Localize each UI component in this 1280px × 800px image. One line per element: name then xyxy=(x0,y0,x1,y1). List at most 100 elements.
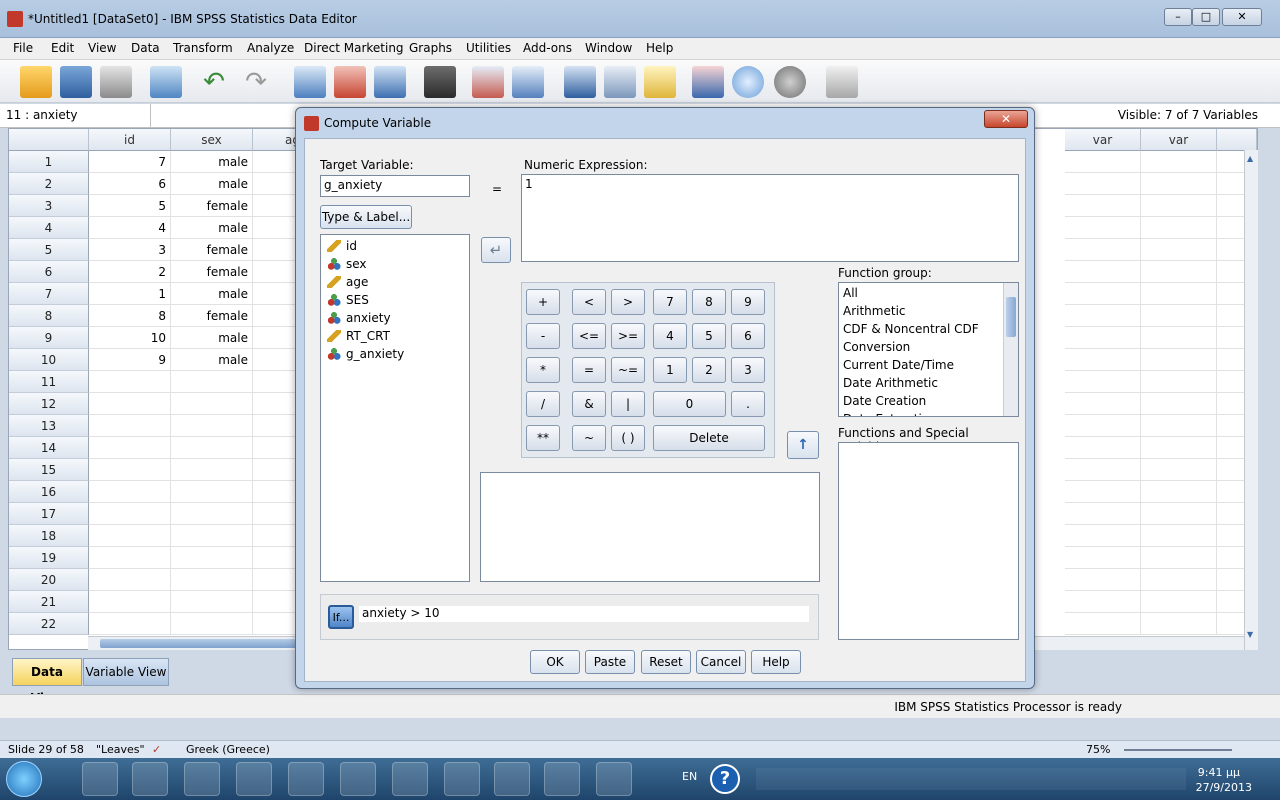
data-cell-v2[interactable] xyxy=(1141,569,1217,591)
cancel-button[interactable]: Cancel xyxy=(696,650,746,674)
menu-view[interactable]: View xyxy=(88,41,116,55)
minimize-button[interactable]: – xyxy=(1164,8,1192,26)
keypad-key[interactable]: 0 xyxy=(653,391,726,417)
menu-edit[interactable]: Edit xyxy=(51,41,74,55)
value-labels-icon[interactable] xyxy=(692,66,724,98)
row-number[interactable]: 2 xyxy=(9,173,89,195)
spell-check-icon[interactable] xyxy=(826,66,858,98)
r-icon[interactable] xyxy=(444,762,480,796)
data-cell-id[interactable] xyxy=(89,503,171,525)
data-cell-id[interactable] xyxy=(89,481,171,503)
reset-button[interactable]: Reset xyxy=(641,650,691,674)
data-cell-age[interactable] xyxy=(253,261,297,283)
scroll-down-icon[interactable]: ▼ xyxy=(1247,630,1256,639)
variable-item[interactable]: SES xyxy=(327,291,369,309)
function-group-scroll-thumb[interactable] xyxy=(1006,297,1016,337)
data-cell-age[interactable] xyxy=(253,613,297,635)
data-cell-v1[interactable] xyxy=(1065,283,1141,305)
data-cell-age[interactable] xyxy=(253,525,297,547)
keypad-key[interactable]: >= xyxy=(611,323,645,349)
data-cell-id[interactable]: 5 xyxy=(89,195,171,217)
data-cell-id[interactable]: 2 xyxy=(89,261,171,283)
function-group-item[interactable]: Date Creation xyxy=(843,394,926,408)
data-cell-v2[interactable] xyxy=(1141,591,1217,613)
data-cell-sex[interactable] xyxy=(171,459,253,481)
clock-time[interactable]: 9:41 μμ xyxy=(1198,766,1240,779)
data-cell-id[interactable] xyxy=(89,371,171,393)
outlook-icon[interactable] xyxy=(340,762,376,796)
undo-icon[interactable]: ↶ xyxy=(198,66,230,98)
row-number[interactable]: 20 xyxy=(9,569,89,591)
maximize-button[interactable]: □ xyxy=(1192,8,1220,26)
keypad-key[interactable]: Delete xyxy=(653,425,765,451)
column-header-age[interactable]: ag xyxy=(253,129,300,151)
row-number[interactable]: 5 xyxy=(9,239,89,261)
data-cell-sex[interactable] xyxy=(171,503,253,525)
data-cell-id[interactable]: 8 xyxy=(89,305,171,327)
menu-transform[interactable]: Transform xyxy=(173,41,233,55)
row-number[interactable]: 18 xyxy=(9,525,89,547)
keypad-key[interactable]: 2 xyxy=(692,357,726,383)
keypad-key[interactable]: 5 xyxy=(692,323,726,349)
redo-icon[interactable]: ↷ xyxy=(240,66,272,98)
column-header-id[interactable]: id xyxy=(89,129,171,151)
data-cell-id[interactable] xyxy=(89,437,171,459)
find-icon[interactable] xyxy=(424,66,456,98)
data-cell-age[interactable] xyxy=(253,151,297,173)
clock-date[interactable]: 27/9/2013 xyxy=(1196,781,1252,794)
keypad-key[interactable]: / xyxy=(526,391,560,417)
ok-button[interactable]: OK xyxy=(530,650,580,674)
row-number[interactable]: 17 xyxy=(9,503,89,525)
data-cell-sex[interactable] xyxy=(171,525,253,547)
function-group-item[interactable]: Date Extraction xyxy=(843,412,937,416)
data-cell-v2[interactable] xyxy=(1141,327,1217,349)
keypad-key[interactable]: ~ xyxy=(572,425,606,451)
data-cell-sex[interactable] xyxy=(171,591,253,613)
row-number[interactable]: 22 xyxy=(9,613,89,635)
numeric-expression-input[interactable]: 1 xyxy=(521,174,1019,262)
paste-button[interactable]: Paste xyxy=(585,650,635,674)
keypad-key[interactable]: = xyxy=(572,357,606,383)
notification-tray-icons[interactable] xyxy=(756,768,1186,790)
data-cell-sex[interactable] xyxy=(171,371,253,393)
print-icon[interactable] xyxy=(100,66,132,98)
data-cell-sex[interactable]: male xyxy=(171,349,253,371)
menu-add-ons[interactable]: Add-ons xyxy=(523,41,572,55)
keypad-key[interactable]: 6 xyxy=(731,323,765,349)
row-number[interactable]: 3 xyxy=(9,195,89,217)
function-group-scrollbar[interactable] xyxy=(1003,283,1018,416)
start-button[interactable] xyxy=(6,761,42,797)
column-header-var[interactable]: var xyxy=(1141,129,1217,151)
row-number[interactable]: 13 xyxy=(9,415,89,437)
data-cell-sex[interactable]: female xyxy=(171,261,253,283)
explorer-icon[interactable] xyxy=(82,762,118,796)
data-cell-v1[interactable] xyxy=(1065,371,1141,393)
recall-dialog-icon[interactable] xyxy=(150,66,182,98)
data-cell-v1[interactable] xyxy=(1065,613,1141,635)
menu-direct-marketing[interactable]: Direct Marketing xyxy=(304,41,404,55)
row-number[interactable]: 12 xyxy=(9,393,89,415)
function-group-list[interactable]: All Arithmetic CDF & Noncentral CDF Convers… xyxy=(838,282,1019,417)
data-cell-v2[interactable] xyxy=(1141,459,1217,481)
row-number[interactable]: 6 xyxy=(9,261,89,283)
data-cell-age[interactable] xyxy=(253,327,297,349)
keypad-key[interactable]: 1 xyxy=(653,357,687,383)
data-cell-sex[interactable]: female xyxy=(171,305,253,327)
data-cell-sex[interactable]: male xyxy=(171,217,253,239)
function-group-item[interactable]: Arithmetic xyxy=(843,304,906,318)
data-cell-id[interactable] xyxy=(89,393,171,415)
data-cell-v1[interactable] xyxy=(1065,525,1141,547)
data-cell-age[interactable] xyxy=(253,503,297,525)
keypad-key[interactable]: & xyxy=(572,391,606,417)
data-cell-v2[interactable] xyxy=(1141,239,1217,261)
data-cell-age[interactable] xyxy=(253,349,297,371)
column-header-var[interactable]: var xyxy=(1065,129,1141,151)
tab-data-view[interactable]: Data View xyxy=(12,658,82,705)
data-cell-v2[interactable] xyxy=(1141,173,1217,195)
data-cell-id[interactable] xyxy=(89,459,171,481)
variable-item[interactable]: id xyxy=(327,237,357,255)
function-group-item[interactable]: Date Arithmetic xyxy=(843,376,938,390)
keypad-key[interactable]: 7 xyxy=(653,289,687,315)
use-variable-sets-icon[interactable] xyxy=(732,66,764,98)
row-number[interactable]: 14 xyxy=(9,437,89,459)
